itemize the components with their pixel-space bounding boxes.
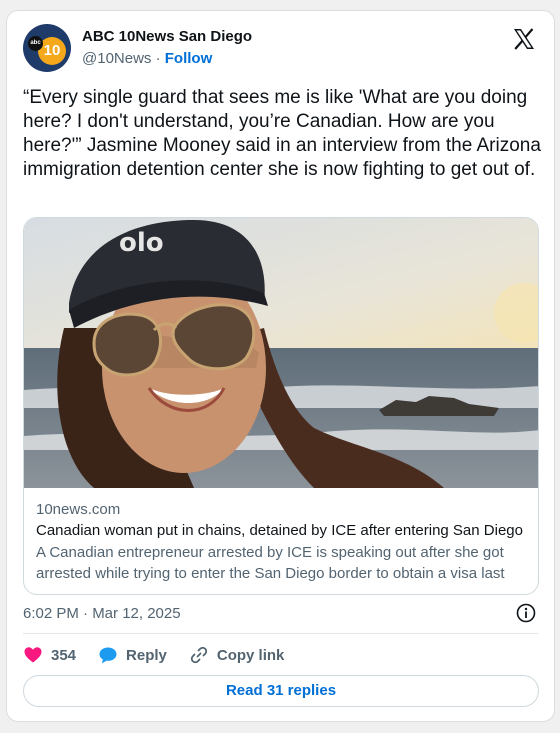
- cap-logo: olo: [119, 228, 164, 258]
- link-description: A Canadian entrepreneur arrested by ICE …: [36, 544, 505, 582]
- avatar[interactable]: 10 abc: [23, 24, 71, 72]
- read-replies-button[interactable]: Read 31 replies: [23, 675, 539, 707]
- account-line: @10News · Follow: [82, 50, 212, 67]
- divider: [23, 633, 538, 634]
- article-photo: olo: [24, 218, 538, 488]
- reply-button[interactable]: Reply: [98, 645, 167, 665]
- copy-link-label: Copy link: [216, 646, 285, 664]
- reply-label: Reply: [126, 646, 167, 664]
- account-display-name[interactable]: ABC 10News San Diego: [82, 28, 252, 45]
- action-bar: 354 Reply Copy link: [23, 643, 306, 667]
- link-title[interactable]: Canadian woman put in chains, detained b…: [36, 520, 528, 542]
- account-handle[interactable]: @10News: [82, 50, 151, 67]
- avatar-logo: abc: [28, 36, 43, 51]
- follow-button[interactable]: Follow: [165, 50, 213, 67]
- link-info: 10news.com Canadian woman put in chains,…: [36, 500, 528, 584]
- link-icon: [190, 646, 208, 664]
- like-button[interactable]: 354: [23, 645, 76, 665]
- x-logo-icon[interactable]: [512, 27, 536, 51]
- speech-bubble-icon: [99, 647, 117, 664]
- tweet-timestamp[interactable]: 6:02 PM · Mar 12, 2025: [23, 605, 181, 622]
- separator-dot: ·: [155, 50, 161, 67]
- tweet-text: “Every single guard that sees me is like…: [23, 87, 541, 180]
- info-icon[interactable]: [516, 603, 536, 623]
- likes-count: 354: [51, 646, 77, 664]
- copy-link-button[interactable]: Copy link: [189, 645, 285, 665]
- heart-icon: [24, 647, 42, 663]
- link-card[interactable]: olo 10news.com Canadian woman put in cha…: [23, 217, 539, 595]
- tweet-card: 10 abc ABC 10News San Diego @10News · Fo…: [6, 10, 555, 722]
- link-domain: 10news.com: [36, 501, 121, 518]
